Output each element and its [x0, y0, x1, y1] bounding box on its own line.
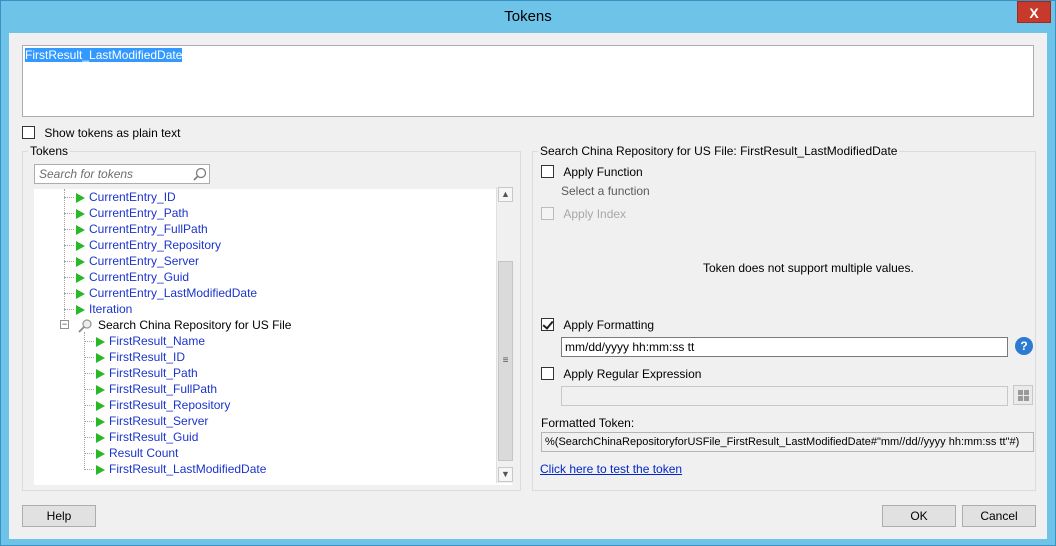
- tree-item-firstresult-name[interactable]: FirstResult_Name: [84, 333, 205, 349]
- tree-scrollbar[interactable]: ▲ ≡ ▼: [496, 187, 513, 483]
- token-play-icon: [96, 384, 105, 395]
- regex-builder-icon[interactable]: [1013, 385, 1033, 405]
- tree-item-currententry-lastmodifieddate[interactable]: CurrentEntry_LastModifiedDate: [64, 285, 257, 301]
- tree-group-search-china-repository[interactable]: Search China Repository for US File: [78, 317, 291, 333]
- token-play-icon: [96, 336, 105, 347]
- tree-item-firstresult-repository[interactable]: FirstResult_Repository: [84, 397, 230, 413]
- apply-index-row: Apply Index: [541, 206, 626, 221]
- token-search-input[interactable]: Search for tokens: [34, 164, 210, 184]
- apply-function-label: Apply Function: [563, 164, 643, 179]
- token-search-placeholder: Search for tokens: [39, 167, 134, 181]
- token-play-icon: [76, 272, 85, 283]
- tree-item-firstresult-guid[interactable]: FirstResult_Guid: [84, 429, 198, 445]
- collapse-toggle[interactable]: −: [60, 320, 69, 329]
- cancel-button[interactable]: Cancel: [962, 505, 1036, 527]
- token-play-icon: [96, 464, 105, 475]
- token-play-icon: [96, 416, 105, 427]
- show-plain-text-checkbox[interactable]: [22, 126, 35, 140]
- help-button[interactable]: Help: [22, 505, 96, 527]
- apply-formatting-label: Apply Formatting: [563, 317, 655, 332]
- formatted-token-field[interactable]: %(SearchChinaRepositoryforUSFile_FirstRe…: [541, 432, 1034, 452]
- formatted-token-label: Formatted Token:: [541, 416, 635, 430]
- apply-regex-label: Apply Regular Expression: [563, 366, 702, 381]
- regex-input[interactable]: [561, 386, 1008, 406]
- apply-index-label: Apply Index: [563, 206, 627, 221]
- token-play-icon: [96, 400, 105, 411]
- token-play-icon: [96, 352, 105, 363]
- apply-function-checkbox[interactable]: [541, 165, 554, 179]
- tokens-group-title: Tokens: [28, 144, 71, 158]
- token-play-icon: [76, 240, 85, 251]
- apply-formatting-checkbox[interactable]: [541, 318, 554, 332]
- token-play-icon: [96, 448, 105, 459]
- dialog-body: FirstResult_LastModifiedDate Show tokens…: [9, 33, 1047, 539]
- token-play-icon: [96, 432, 105, 443]
- apply-regex-checkbox[interactable]: [541, 367, 554, 381]
- token-play-icon: [76, 224, 85, 235]
- tree-item-firstresult-path[interactable]: FirstResult_Path: [84, 365, 198, 381]
- apply-formatting-row: Apply Formatting: [541, 317, 654, 332]
- apply-function-row: Apply Function: [541, 164, 643, 179]
- search-activity-icon: [78, 319, 92, 333]
- selected-token-text: FirstResult_LastModifiedDate: [25, 48, 183, 62]
- tree-item-firstresult-id[interactable]: FirstResult_ID: [84, 349, 185, 365]
- token-tree: CurrentEntry_ID CurrentEntry_Path Curren…: [34, 189, 512, 485]
- window-title: Tokens: [504, 8, 552, 25]
- token-play-icon: [76, 192, 85, 203]
- scroll-down-icon[interactable]: ▼: [498, 467, 513, 482]
- tree-item-currententry-fullpath[interactable]: CurrentEntry_FullPath: [64, 221, 208, 237]
- tree-item-firstresult-server[interactable]: FirstResult_Server: [84, 413, 208, 429]
- ok-button[interactable]: OK: [882, 505, 956, 527]
- tree-item-currententry-guid[interactable]: CurrentEntry_Guid: [64, 269, 189, 285]
- tree-item-firstresult-lastmodifieddate[interactable]: FirstResult_LastModifiedDate: [84, 461, 266, 477]
- show-plain-text-row: Show tokens as plain text: [22, 125, 180, 140]
- details-group-title: Search China Repository for US File: Fir…: [538, 144, 900, 158]
- tree-item-firstresult-fullpath[interactable]: FirstResult_FullPath: [84, 381, 217, 397]
- scroll-up-icon[interactable]: ▲: [498, 187, 513, 202]
- token-play-icon: [96, 368, 105, 379]
- apply-index-checkbox[interactable]: [541, 207, 554, 221]
- format-input[interactable]: mm/dd/yyyy hh:mm:ss tt: [561, 337, 1008, 357]
- token-play-icon: [76, 304, 85, 315]
- token-play-icon: [76, 288, 85, 299]
- search-icon[interactable]: [193, 167, 207, 181]
- multiple-values-note: Token does not support multiple values.: [703, 261, 914, 275]
- help-icon[interactable]: ?: [1015, 337, 1033, 355]
- token-expression-editor[interactable]: FirstResult_LastModifiedDate: [22, 45, 1034, 117]
- token-play-icon: [76, 256, 85, 267]
- test-token-link[interactable]: Click here to test the token: [540, 462, 682, 476]
- tree-item-currententry-server[interactable]: CurrentEntry_Server: [64, 253, 199, 269]
- close-button[interactable]: X: [1017, 1, 1051, 23]
- apply-regex-row: Apply Regular Expression: [541, 366, 701, 381]
- show-plain-text-label: Show tokens as plain text: [44, 125, 181, 140]
- select-function-text: Select a function: [561, 184, 650, 198]
- tree-item-result-count[interactable]: Result Count: [84, 445, 178, 461]
- tree-item-currententry-path[interactable]: CurrentEntry_Path: [64, 205, 188, 221]
- tokens-dialog: Tokens X FirstResult_LastModifiedDate Sh…: [0, 0, 1056, 546]
- scroll-thumb[interactable]: ≡: [498, 261, 513, 461]
- tree-item-currententry-id[interactable]: CurrentEntry_ID: [64, 189, 176, 205]
- tree-item-iteration[interactable]: Iteration: [64, 301, 132, 317]
- tree-item-currententry-repository[interactable]: CurrentEntry_Repository: [64, 237, 221, 253]
- token-play-icon: [76, 208, 85, 219]
